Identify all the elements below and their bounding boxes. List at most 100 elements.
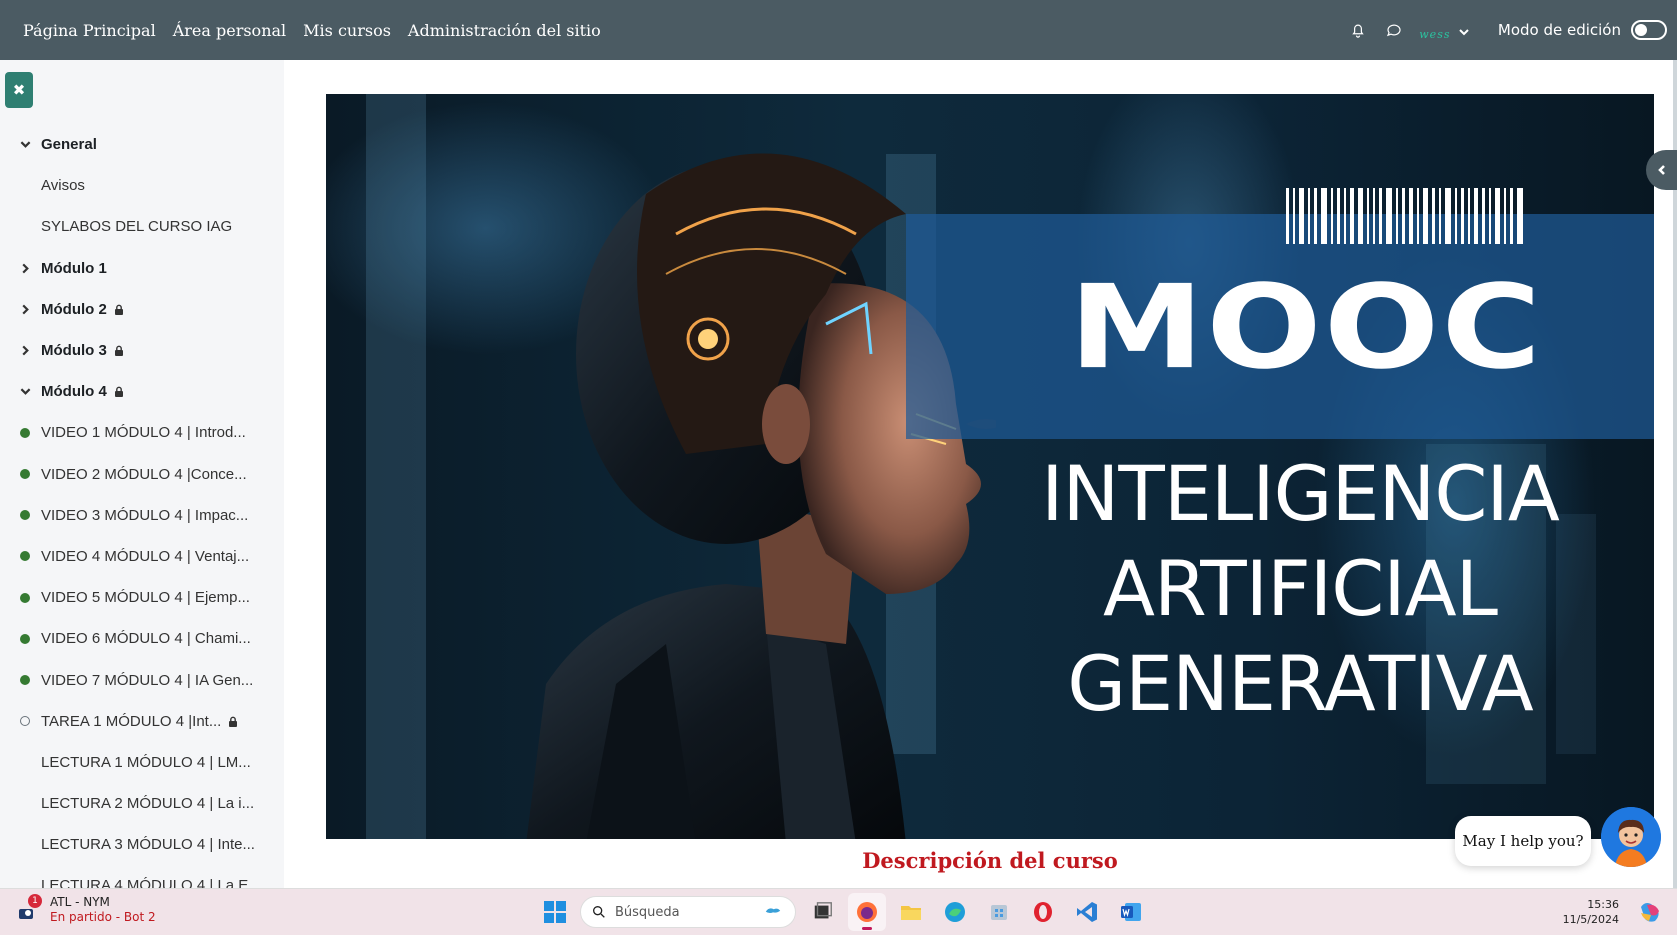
course-activity-video-4-modulo-4-ventaj[interactable]: VIDEO 4 MÓDULO 4 | Ventaj...	[0, 536, 284, 577]
chevron-right-icon[interactable]	[20, 304, 41, 315]
banner-title-line-1: INTELIGENCIA	[1041, 449, 1560, 538]
chevron-down-icon[interactable]	[20, 139, 41, 150]
app-store-icon	[991, 905, 1007, 920]
course-index-item-label: LECTURA 4 MÓDULO 4 | La E...	[41, 877, 261, 888]
banner-title-line-3: GENERATIVA	[1067, 639, 1534, 728]
course-activity-lectura-4-modulo-4-la-e[interactable]: LECTURA 4 MÓDULO 4 | La E...	[0, 865, 284, 888]
course-index-item-label: VIDEO 3 MÓDULO 4 | Impac...	[41, 506, 249, 524]
course-section-modulo-1[interactable]: Módulo 1	[0, 248, 284, 289]
notifications-bell-icon[interactable]	[1346, 18, 1370, 42]
completion-complete-icon	[20, 633, 30, 644]
task-view-button[interactable]	[804, 893, 842, 931]
windows-logo-icon	[544, 901, 566, 923]
vscode-icon	[1077, 902, 1097, 922]
course-index-item-label: Avisos	[41, 177, 85, 195]
course-activity-sylabos-del-curso-iag[interactable]: SYLABOS DEL CURSO IAG	[0, 206, 284, 247]
nav-link-site-admin[interactable]: Administración del sitio	[408, 21, 601, 40]
chat-assistant-avatar[interactable]	[1601, 807, 1661, 867]
course-activity-lectura-3-modulo-4-inte[interactable]: LECTURA 3 MÓDULO 4 | Inte...	[0, 824, 284, 865]
assistant-character-icon	[1601, 807, 1661, 867]
windows-taskbar: 1 ATL - NYM En partido - Bot 2 Búsqueda	[0, 888, 1677, 935]
baseball-widget-icon: 1	[16, 894, 42, 923]
barcode-graphic	[1286, 188, 1646, 244]
course-activity-avisos[interactable]: Avisos	[0, 165, 284, 206]
primary-navigation: Página Principal Área personal Mis curso…	[23, 0, 601, 60]
folder-icon	[901, 906, 921, 920]
banner-title-line-2: ARTIFICIAL	[1102, 544, 1498, 633]
course-index: General Avisos SYLABOS DEL CURSO IAG Módulo…	[0, 124, 284, 888]
search-placeholder: Búsqueda	[615, 904, 680, 920]
user-navigation: wess Modo de edición	[1334, 0, 1667, 60]
edit-mode-label: Modo de edición	[1497, 21, 1621, 39]
opera-icon	[1034, 902, 1052, 922]
store-taskbar-button[interactable]	[980, 893, 1018, 931]
completion-complete-icon	[20, 427, 30, 438]
course-index-item-label: VIDEO 6 MÓDULO 4 | Chami...	[41, 630, 251, 648]
word-taskbar-button[interactable]	[1112, 893, 1150, 931]
sports-match-status: En partido - Bot 2	[50, 910, 156, 924]
vscode-taskbar-button[interactable]	[1068, 893, 1106, 931]
file-explorer-taskbar-button[interactable]	[892, 893, 930, 931]
course-activity-lectura-1-modulo-4-lm[interactable]: LECTURA 1 MÓDULO 4 | LM...	[0, 742, 284, 783]
course-index-item-label: TAREA 1 MÓDULO 4 |Int...	[41, 712, 222, 730]
completion-complete-icon	[20, 510, 30, 521]
course-index-item-label: LECTURA 3 MÓDULO 4 | Inte...	[41, 836, 255, 854]
course-index-item-label: SYLABOS DEL CURSO IAG	[41, 218, 233, 236]
close-drawer-button[interactable]: ✖	[5, 72, 33, 108]
sports-match-title: ATL - NYM	[50, 895, 110, 909]
completion-complete-icon	[20, 592, 30, 603]
firefox-taskbar-button[interactable]	[848, 893, 886, 931]
edge-taskbar-button[interactable]	[936, 893, 974, 931]
copilot-button[interactable]	[1637, 899, 1663, 925]
lock-icon	[114, 345, 124, 357]
lock-icon	[228, 716, 238, 727]
completion-complete-icon	[20, 675, 30, 686]
start-button[interactable]	[536, 893, 574, 931]
chevron-right-icon[interactable]	[20, 345, 41, 356]
course-activity-video-3-modulo-4-impac[interactable]: VIDEO 3 MÓDULO 4 | Impac...	[0, 495, 284, 536]
course-index-item-label: VIDEO 1 MÓDULO 4 | Introd...	[41, 424, 246, 442]
chevron-right-icon[interactable]	[20, 263, 41, 274]
course-index-item-label: Módulo 3	[41, 342, 107, 360]
lock-icon	[114, 304, 124, 315]
chevron-down-icon[interactable]	[20, 386, 41, 397]
nav-link-dashboard[interactable]: Área personal	[173, 21, 286, 40]
course-activity-video-5-modulo-4-ejemp[interactable]: VIDEO 5 MÓDULO 4 | Ejemp...	[0, 577, 284, 618]
course-index-item-label: VIDEO 4 MÓDULO 4 | Ventaj...	[41, 547, 250, 565]
user-menu-chevron-down-icon[interactable]	[1458, 23, 1472, 37]
opera-taskbar-button[interactable]	[1024, 893, 1062, 931]
course-activity-tarea-1-modulo-4-int[interactable]: TAREA 1 MÓDULO 4 |Int...	[0, 701, 284, 742]
course-index-item-label: Módulo 4	[41, 383, 107, 401]
edit-mode-toggle[interactable]	[1631, 20, 1667, 40]
notification-badge: 1	[28, 894, 42, 908]
course-activity-lectura-2-modulo-4-la-i[interactable]: LECTURA 2 MÓDULO 4 | La i...	[0, 783, 284, 824]
course-activity-video-2-modulo-4-conce[interactable]: VIDEO 2 MÓDULO 4 |Conce...	[0, 454, 284, 495]
close-icon: ✖	[12, 81, 26, 99]
course-section-general[interactable]: General	[0, 124, 284, 165]
course-activity-video-1-modulo-4-introd[interactable]: VIDEO 1 MÓDULO 4 | Introd...	[0, 412, 284, 453]
course-section-modulo-3[interactable]: Módulo 3	[0, 330, 284, 371]
clock-date: 11/5/2024	[1562, 913, 1619, 926]
course-index-item-label: VIDEO 5 MÓDULO 4 | Ejemp...	[41, 589, 250, 607]
course-activity-video-7-modulo-4-ia-gen[interactable]: VIDEO 7 MÓDULO 4 | IA Gen...	[0, 659, 284, 700]
messages-icon[interactable]	[1382, 18, 1406, 42]
system-clock[interactable]: 15:36 11/5/2024	[1563, 897, 1619, 927]
lock-icon	[114, 386, 124, 398]
nav-link-my-courses[interactable]: Mis cursos	[303, 21, 391, 40]
nav-link-home[interactable]: Página Principal	[23, 21, 156, 40]
user-avatar[interactable]: wess	[1418, 19, 1452, 41]
completion-pending-icon	[20, 716, 30, 727]
course-section-modulo-2[interactable]: Módulo 2	[0, 289, 284, 330]
course-index-item-label: LECTURA 1 MÓDULO 4 | LM...	[41, 753, 251, 771]
course-section-modulo-4[interactable]: Módulo 4	[0, 371, 284, 412]
completion-complete-icon	[20, 469, 30, 480]
chat-prompt-bubble[interactable]: May I help you?	[1455, 816, 1591, 866]
edge-icon	[945, 902, 965, 922]
sports-widget[interactable]: 1 ATL - NYM En partido - Bot 2	[16, 894, 156, 925]
course-activity-video-6-modulo-4-chami[interactable]: VIDEO 6 MÓDULO 4 | Chami...	[0, 618, 284, 659]
course-banner-image: MOOC INTELIGENCIA ARTIFICIAL GENERATIVA	[326, 94, 1654, 839]
clock-time: 15:36	[1587, 898, 1619, 911]
copilot-icon	[1641, 903, 1659, 922]
taskbar-search-box[interactable]: Búsqueda	[580, 896, 796, 928]
chevron-left-icon	[1657, 165, 1665, 175]
